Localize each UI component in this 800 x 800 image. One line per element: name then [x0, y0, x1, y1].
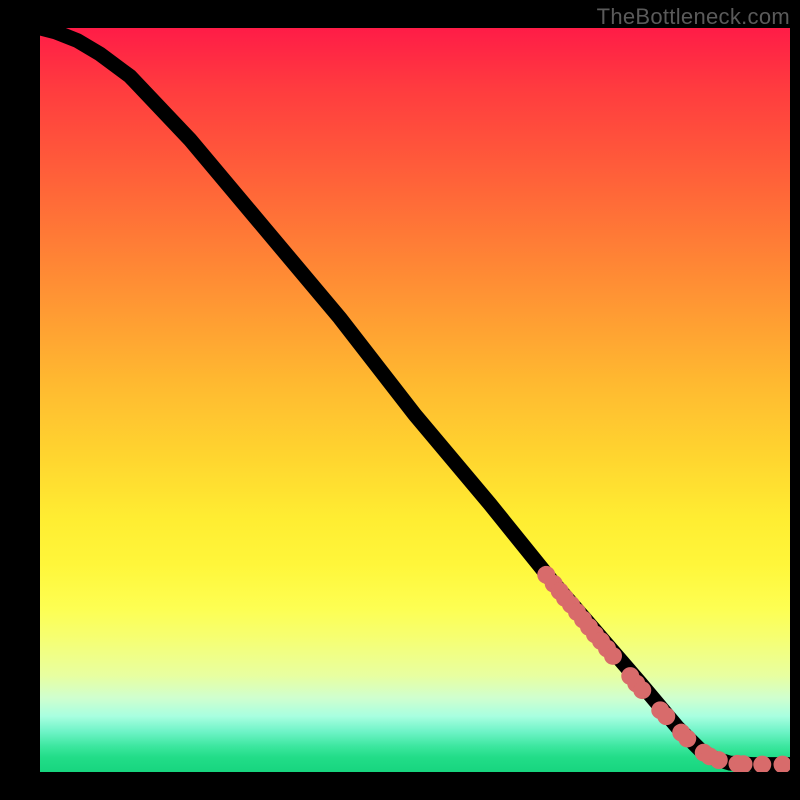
- chart-container: TheBottleneck.com: [0, 0, 800, 800]
- data-marker: [657, 707, 675, 725]
- data-marker: [633, 681, 651, 699]
- chart-svg: [40, 28, 790, 772]
- data-marker: [604, 647, 622, 665]
- watermark-text: TheBottleneck.com: [597, 4, 790, 30]
- curve-line: [40, 28, 790, 765]
- data-marker: [710, 751, 728, 769]
- marker-group: [537, 566, 790, 772]
- data-marker: [678, 730, 696, 748]
- plot-area: [40, 28, 790, 772]
